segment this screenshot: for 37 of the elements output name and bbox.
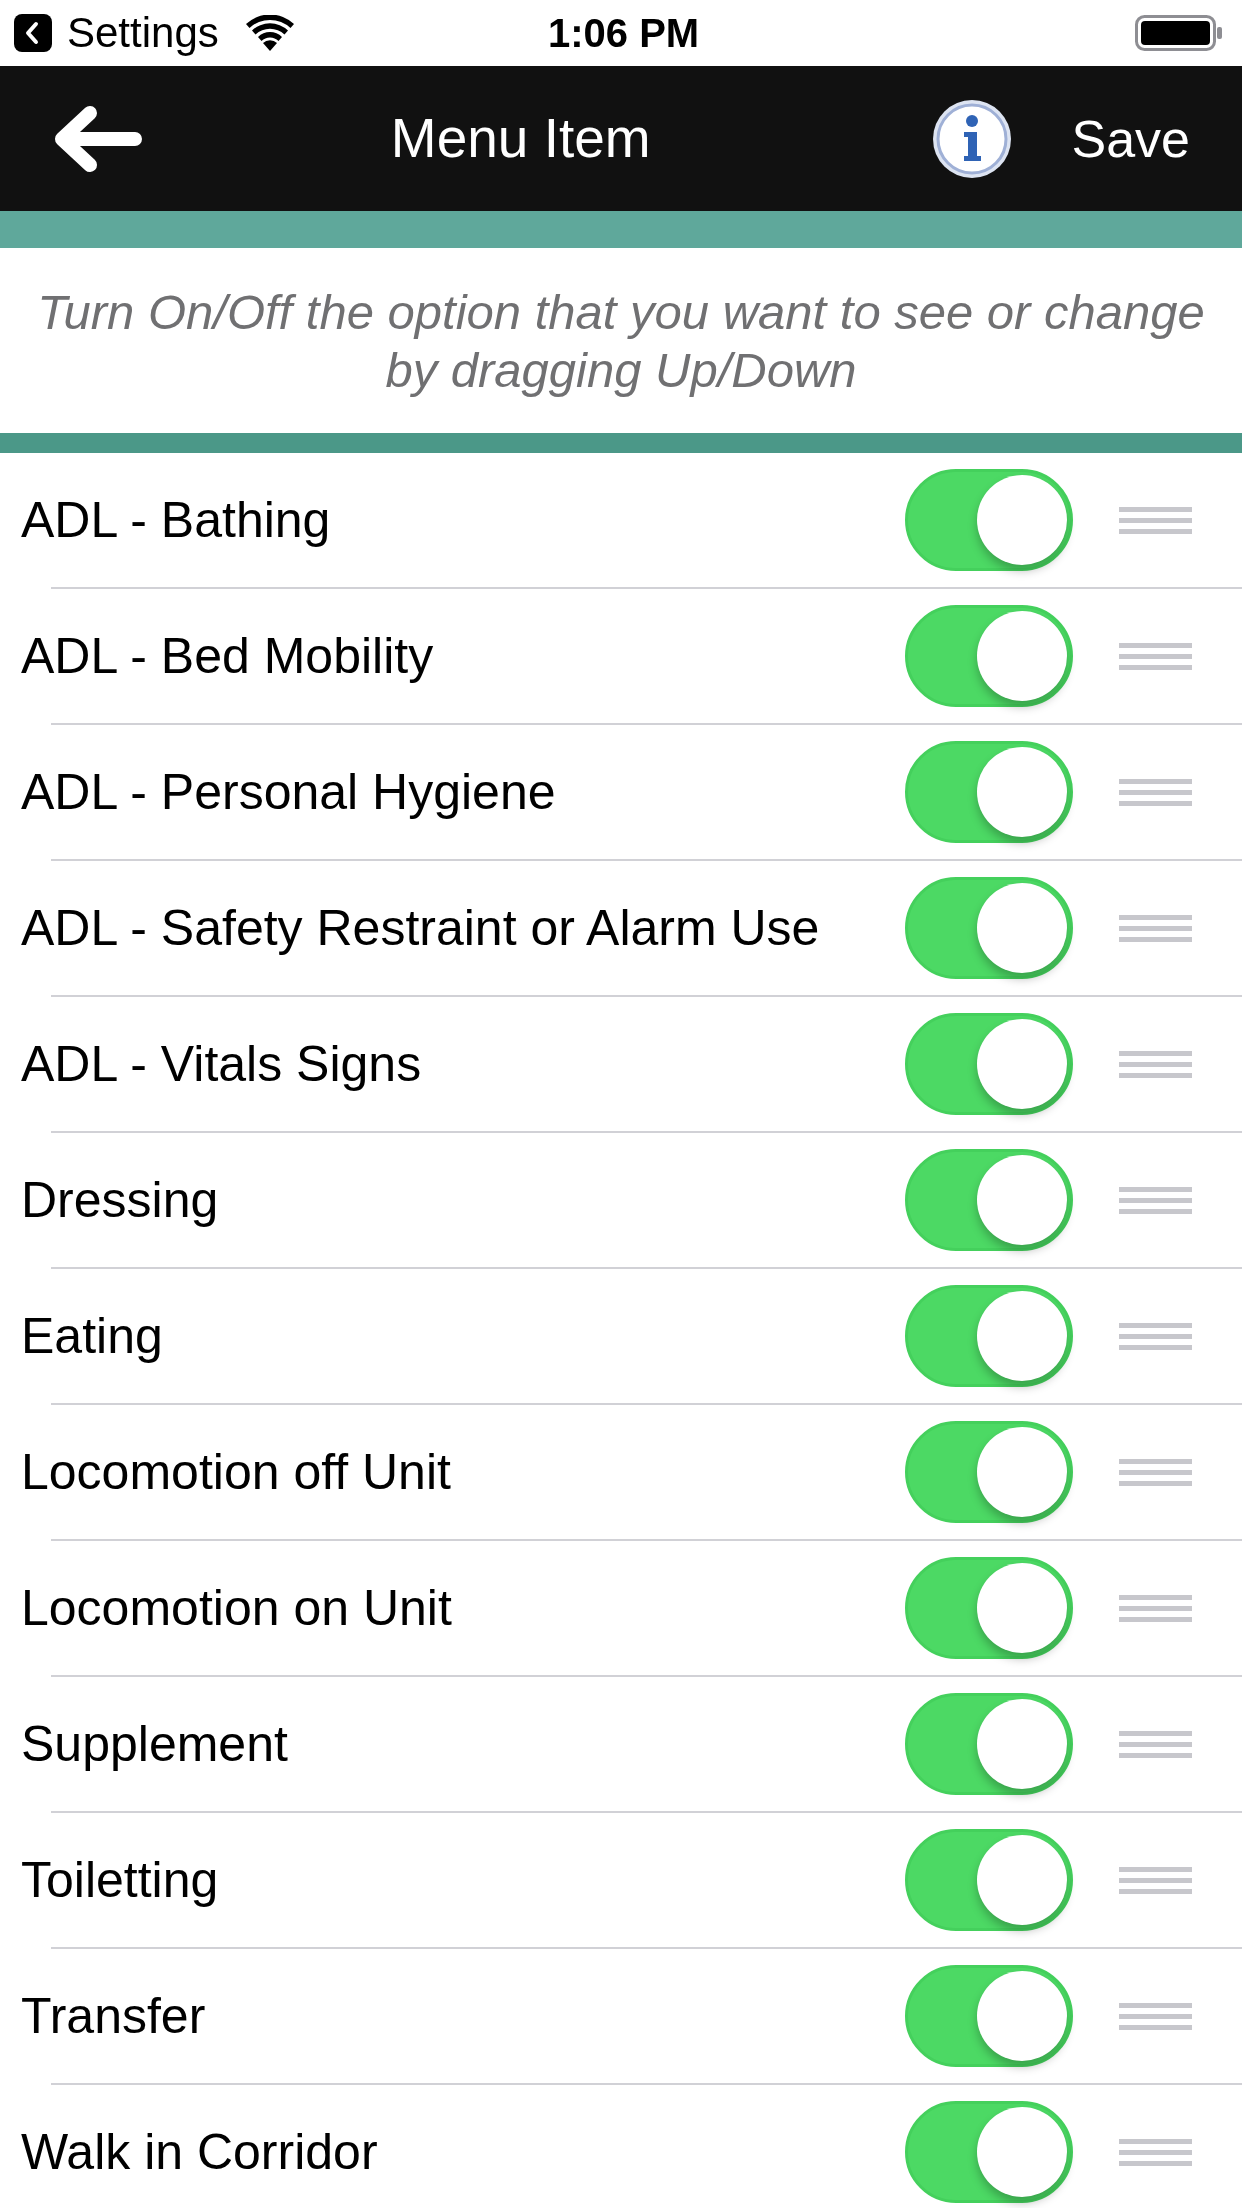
- drag-handle-icon[interactable]: [1119, 1866, 1192, 1894]
- drag-handle-icon[interactable]: [1119, 1322, 1192, 1350]
- info-icon: [931, 97, 1014, 180]
- screen-title: Menu Item: [390, 111, 651, 166]
- instruction-text: Turn On/Off the option that you want to see or change by dragging Up/Down: [36, 283, 1206, 399]
- drag-handle-icon[interactable]: [1119, 1594, 1192, 1622]
- menu-item-label: ADL - Bed Mobility: [21, 628, 434, 684]
- menu-item-label: ADL - Safety Restraint or Alarm Use: [21, 900, 820, 956]
- back-chevron-icon: [14, 14, 52, 52]
- menu-item-label: Locomotion off Unit: [21, 1444, 451, 1500]
- drag-handle-icon[interactable]: [1119, 1730, 1192, 1758]
- menu-item-label: ADL - Personal Hygiene: [21, 764, 556, 820]
- drag-handle-icon[interactable]: [1119, 1186, 1192, 1214]
- back-arrow-icon: [54, 105, 142, 172]
- battery-icon: [1135, 15, 1223, 51]
- status-time: 1:06 PM: [548, 13, 700, 53]
- drag-handle-icon[interactable]: [1119, 778, 1192, 806]
- drag-handle-icon[interactable]: [1119, 2138, 1192, 2166]
- menu-item-label: Dressing: [21, 1172, 219, 1228]
- menu-item-label: ADL - Bathing: [21, 492, 331, 548]
- save-button[interactable]: Save: [1071, 112, 1190, 165]
- menu-item-label: Walk in Corridor: [21, 2124, 378, 2180]
- drag-handle-icon[interactable]: [1119, 2002, 1192, 2030]
- menu-item-label: Transfer: [21, 1988, 206, 2044]
- menu-item-label: Supplement: [21, 1716, 288, 1772]
- drag-handle-icon[interactable]: [1119, 914, 1192, 942]
- drag-handle-icon[interactable]: [1119, 506, 1192, 534]
- menu-item-label: Toiletting: [21, 1852, 219, 1908]
- menu-item-label: ADL - Vitals Signs: [21, 1036, 422, 1092]
- drag-handle-icon[interactable]: [1119, 642, 1192, 670]
- menu-item-label: Eating: [21, 1308, 163, 1364]
- drag-handle-icon[interactable]: [1119, 1050, 1192, 1078]
- back-to-app-link[interactable]: Settings: [14, 12, 219, 54]
- wifi-icon: [245, 15, 294, 51]
- info-button[interactable]: [931, 97, 1014, 180]
- menu-item-label: Locomotion on Unit: [21, 1580, 452, 1636]
- drag-handle-icon[interactable]: [1119, 1458, 1192, 1486]
